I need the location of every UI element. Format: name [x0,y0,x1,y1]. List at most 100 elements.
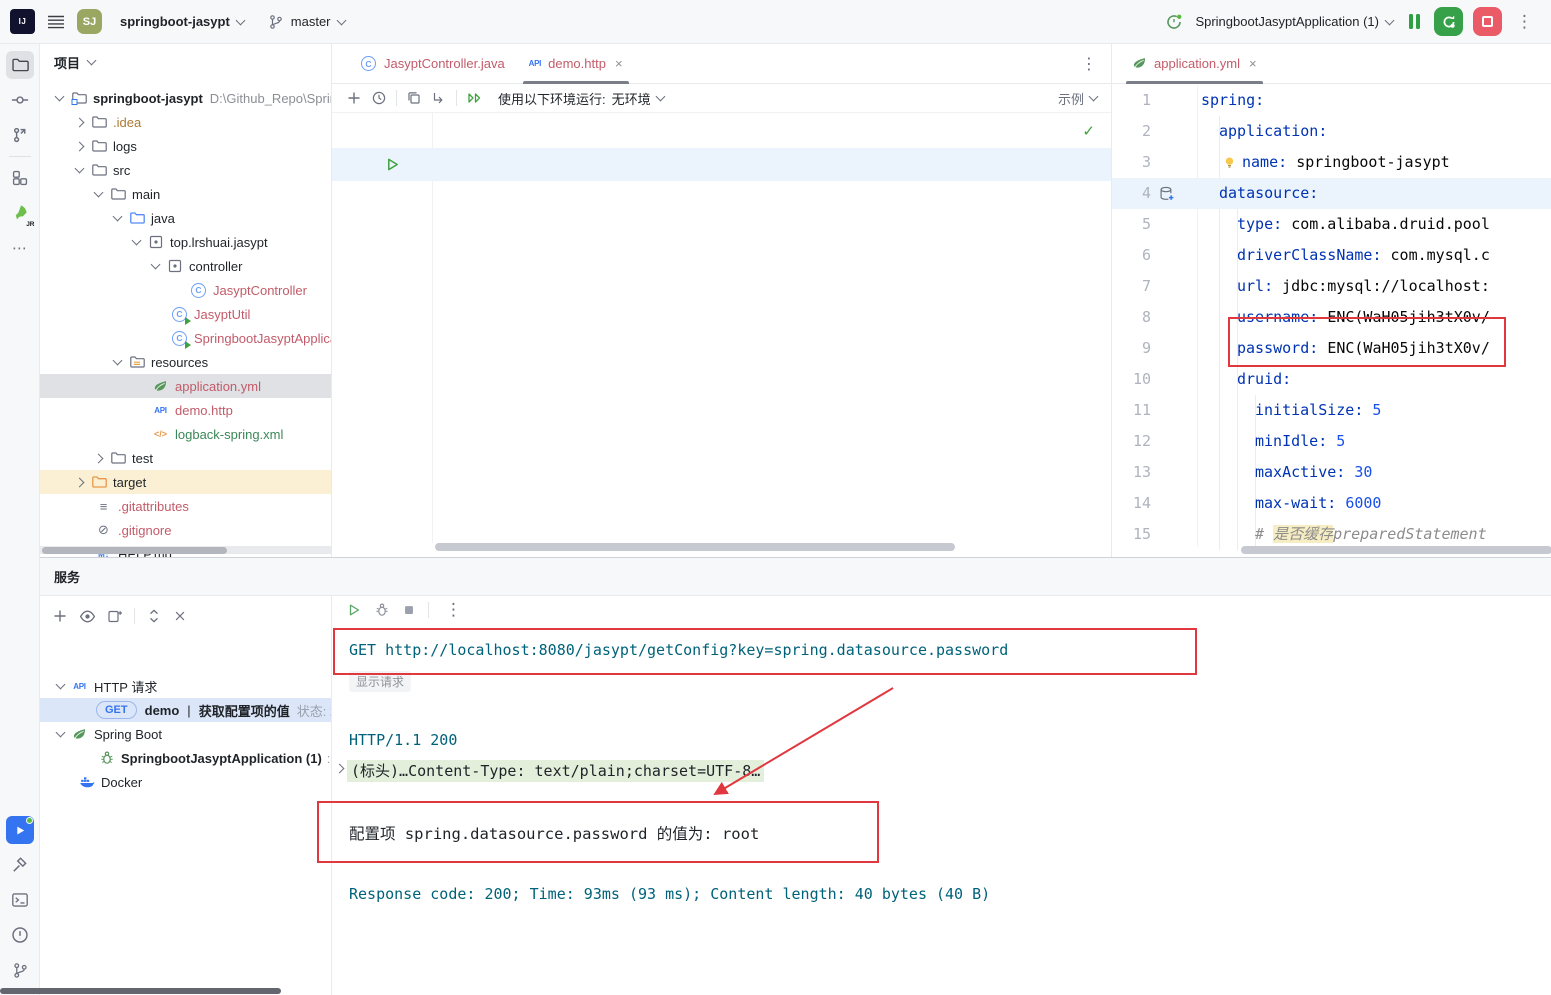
convert-icon[interactable] [431,90,447,106]
add-request-icon[interactable] [346,90,362,106]
tree-item-controller[interactable]: controller [40,254,332,278]
view-options-icon[interactable] [79,608,96,625]
chevron-right-icon[interactable] [94,453,104,463]
editor-hscrollbar[interactable] [435,543,955,551]
run-request-icon[interactable] [384,156,401,173]
tab-demo-http[interactable]: API demo.http × [517,44,635,84]
services-item-application[interactable]: SpringbootJasyptApplication (1) :80 [40,746,332,770]
yaml-line-4[interactable]: 4datasource: [1112,178,1551,209]
tree-item-jasyptcontroller[interactable]: C JasyptController [40,278,332,302]
response-status-line[interactable]: HTTP/1.1 200 [349,731,457,749]
main-menu-icon[interactable] [47,15,65,29]
rerun-button[interactable] [1434,7,1463,36]
tree-item-package[interactable]: top.lrshuai.jasypt [40,230,332,254]
services-item-docker[interactable]: Docker [40,770,332,794]
chevron-down-icon[interactable] [94,188,104,198]
yaml-line-13[interactable]: 13maxActive: 30 [1112,457,1551,488]
tree-item-gitignore[interactable]: ⊘ .gitignore [40,518,332,542]
tree-item-application-yml[interactable]: application.yml [40,374,332,398]
yaml-line-2[interactable]: 2application: [1112,116,1551,147]
tool-build-button[interactable] [6,851,34,879]
request-line[interactable]: GET http://localhost:8080/jasypt/getConf… [349,641,1008,659]
lightbulb-icon[interactable] [1222,155,1237,170]
tree-item-java[interactable]: java [40,206,332,230]
tool-commit-button[interactable] [6,86,34,114]
yaml-line-3[interactable]: 3name: springboot-jasypt [1112,147,1551,178]
stop-button[interactable] [1473,7,1502,36]
yaml-line-8[interactable]: 8username: ENC(WaH05jih3tX0v/ [1112,302,1551,333]
chevron-down-icon[interactable] [55,92,65,102]
chevron-down-icon[interactable] [151,260,161,270]
open-in-new-tab-icon[interactable] [107,608,123,624]
chevron-right-icon[interactable] [75,117,85,127]
tree-item-demo-http[interactable]: API demo.http [40,398,332,422]
yaml-line-7[interactable]: 7url: jdbc:mysql://localhost: [1112,271,1551,302]
chevron-down-icon[interactable] [56,728,66,738]
yaml-line-1[interactable]: 1spring: [1112,85,1551,116]
tree-item-gitattributes[interactable]: ≡ .gitattributes [40,494,332,518]
tree-item-application-class[interactable]: C SpringbootJasyptApplicati [40,326,332,350]
tree-item-main[interactable]: main [40,182,332,206]
chevron-down-icon[interactable] [113,356,123,366]
rerun-request-icon[interactable] [346,602,362,618]
chevron-down-icon[interactable] [113,212,123,222]
tool-services-button[interactable] [6,816,34,844]
add-service-icon[interactable] [52,608,68,624]
response-headers-line[interactable]: (标头)…Content-Type: text/plain;charset=UT… [347,760,764,781]
tab-application-yml[interactable]: application.yml × [1120,44,1269,84]
project-switcher[interactable]: springboot-jasypt [114,10,250,33]
expand-collapse-icon[interactable] [146,608,162,624]
tree-item-jasyptutil[interactable]: C JasyptUtil [40,302,332,326]
show-request-link[interactable]: 显示请求 [349,671,411,692]
tree-item-idea[interactable]: .idea [40,110,332,134]
chevron-right-icon[interactable] [75,141,85,151]
project-panel-header[interactable]: 项目 [40,44,331,80]
branch-switcher[interactable]: master [262,10,351,34]
yaml-line-11[interactable]: 11initialSize: 5 [1112,395,1551,426]
run-all-icon[interactable] [466,90,483,106]
yaml-line-5[interactable]: 5type: com.alibaba.druid.pool [1112,209,1551,240]
tree-item-logs[interactable]: logs [40,134,332,158]
code-line-2[interactable]: 2 GET http://localhost:8080/jasypt/getCo… [332,148,1111,181]
collapse-all-icon[interactable] [173,609,187,623]
history-icon[interactable] [371,90,387,106]
tree-item-src[interactable]: src [40,158,332,182]
tool-git-button[interactable] [6,956,34,984]
tree-item-logback-xml[interactable]: </> logback-spring.xml [40,422,332,446]
stop-output-icon[interactable] [402,603,416,617]
chevron-down-icon[interactable] [56,680,66,690]
chevron-down-icon[interactable] [132,236,142,246]
services-item-demo-request[interactable]: GET demo | 获取配置项的值 状态: 200 [40,698,332,722]
tool-vcs-log-button[interactable] [6,121,34,149]
more-actions-icon[interactable]: ⋮ [1512,13,1537,30]
tree-item-root[interactable]: springboot-jasypt D:\Github_Repo\Spring [40,86,332,110]
tool-project-button[interactable] [6,51,34,79]
yaml-line-9[interactable]: 9password: ENC(WaH05jih3tX0v/ [1112,333,1551,364]
yaml-line-6[interactable]: 6driverClassName: com.mysql.c [1112,240,1551,271]
tool-problems-button[interactable] [6,921,34,949]
examples-selector[interactable]: 示例 [1058,89,1097,108]
close-icon[interactable]: × [615,56,623,71]
tree-item-test[interactable]: test [40,446,332,470]
code-line-1[interactable]: 1 ### 获取配置项的值 [332,115,1111,148]
response-body-line[interactable]: 配置项 spring.datasource.password 的值为: root [349,822,759,844]
output-options-icon[interactable]: ⋮ [441,601,466,618]
services-item-springboot-group[interactable]: Spring Boot [40,722,332,746]
tool-jrebel-button[interactable]: JR [6,199,34,227]
fold-chevron-icon[interactable] [335,764,345,774]
run-config-selector[interactable]: SpringbootJasyptApplication (1) [1193,12,1395,31]
tab-jasyptcontroller[interactable]: C JasyptController.java [348,44,517,84]
env-selector[interactable]: 使用以下环境运行: 无环境 [498,89,664,108]
database-icon[interactable] [1158,185,1175,202]
close-icon[interactable]: × [1249,56,1257,71]
yaml-line-10[interactable]: 10druid: [1112,364,1551,395]
tree-item-target[interactable]: target [40,470,332,494]
pause-button[interactable] [1405,14,1424,29]
copy-icon[interactable] [406,90,422,106]
tree-item-resources[interactable]: resources [40,350,332,374]
chevron-right-icon[interactable] [75,477,85,487]
tool-structure-button[interactable] [6,164,34,192]
response-summary-line[interactable]: Response code: 200; Time: 93ms (93 ms); … [349,885,990,903]
tab-options-icon[interactable]: ⋮ [1081,54,1097,74]
project-hscrollbar[interactable] [40,546,332,554]
